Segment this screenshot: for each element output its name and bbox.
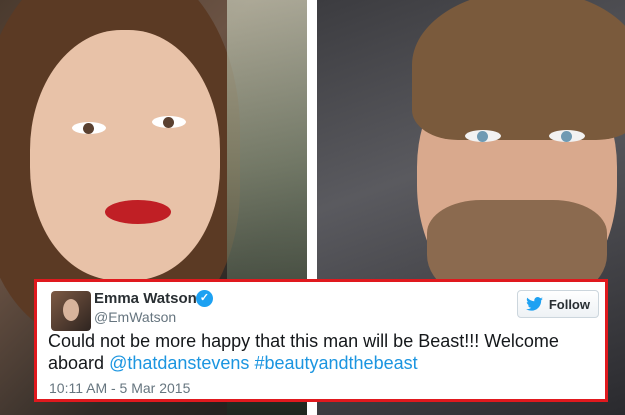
tweet-text: Could not be more happy that this man wi… <box>48 330 604 374</box>
follow-label: Follow <box>548 296 590 312</box>
tweet-author-handle[interactable]: @EmWatson <box>94 309 176 325</box>
mention-link[interactable]: @thatdanstevens <box>109 353 249 373</box>
eye-shape <box>465 130 501 142</box>
eye-shape <box>72 122 106 134</box>
avatar[interactable] <box>51 291 91 331</box>
eye-shape <box>549 130 585 142</box>
eye-shape <box>152 116 186 128</box>
verified-badge-icon: ✓ <box>196 290 213 307</box>
hair-shape <box>412 0 625 140</box>
hashtag-link[interactable]: #beautyandthebeast <box>254 353 417 373</box>
tweet-timestamp[interactable]: 10:11 AM - 5 Mar 2015 <box>49 380 190 396</box>
follow-button[interactable]: Follow <box>516 290 599 318</box>
face-shape <box>30 30 220 280</box>
twitter-bird-icon <box>525 297 543 311</box>
lips-shape <box>105 200 171 224</box>
tweet-author-name[interactable]: Emma Watson <box>94 290 197 307</box>
tweet-card: Emma Watson ✓ @EmWatson Follow Could not… <box>34 279 608 402</box>
